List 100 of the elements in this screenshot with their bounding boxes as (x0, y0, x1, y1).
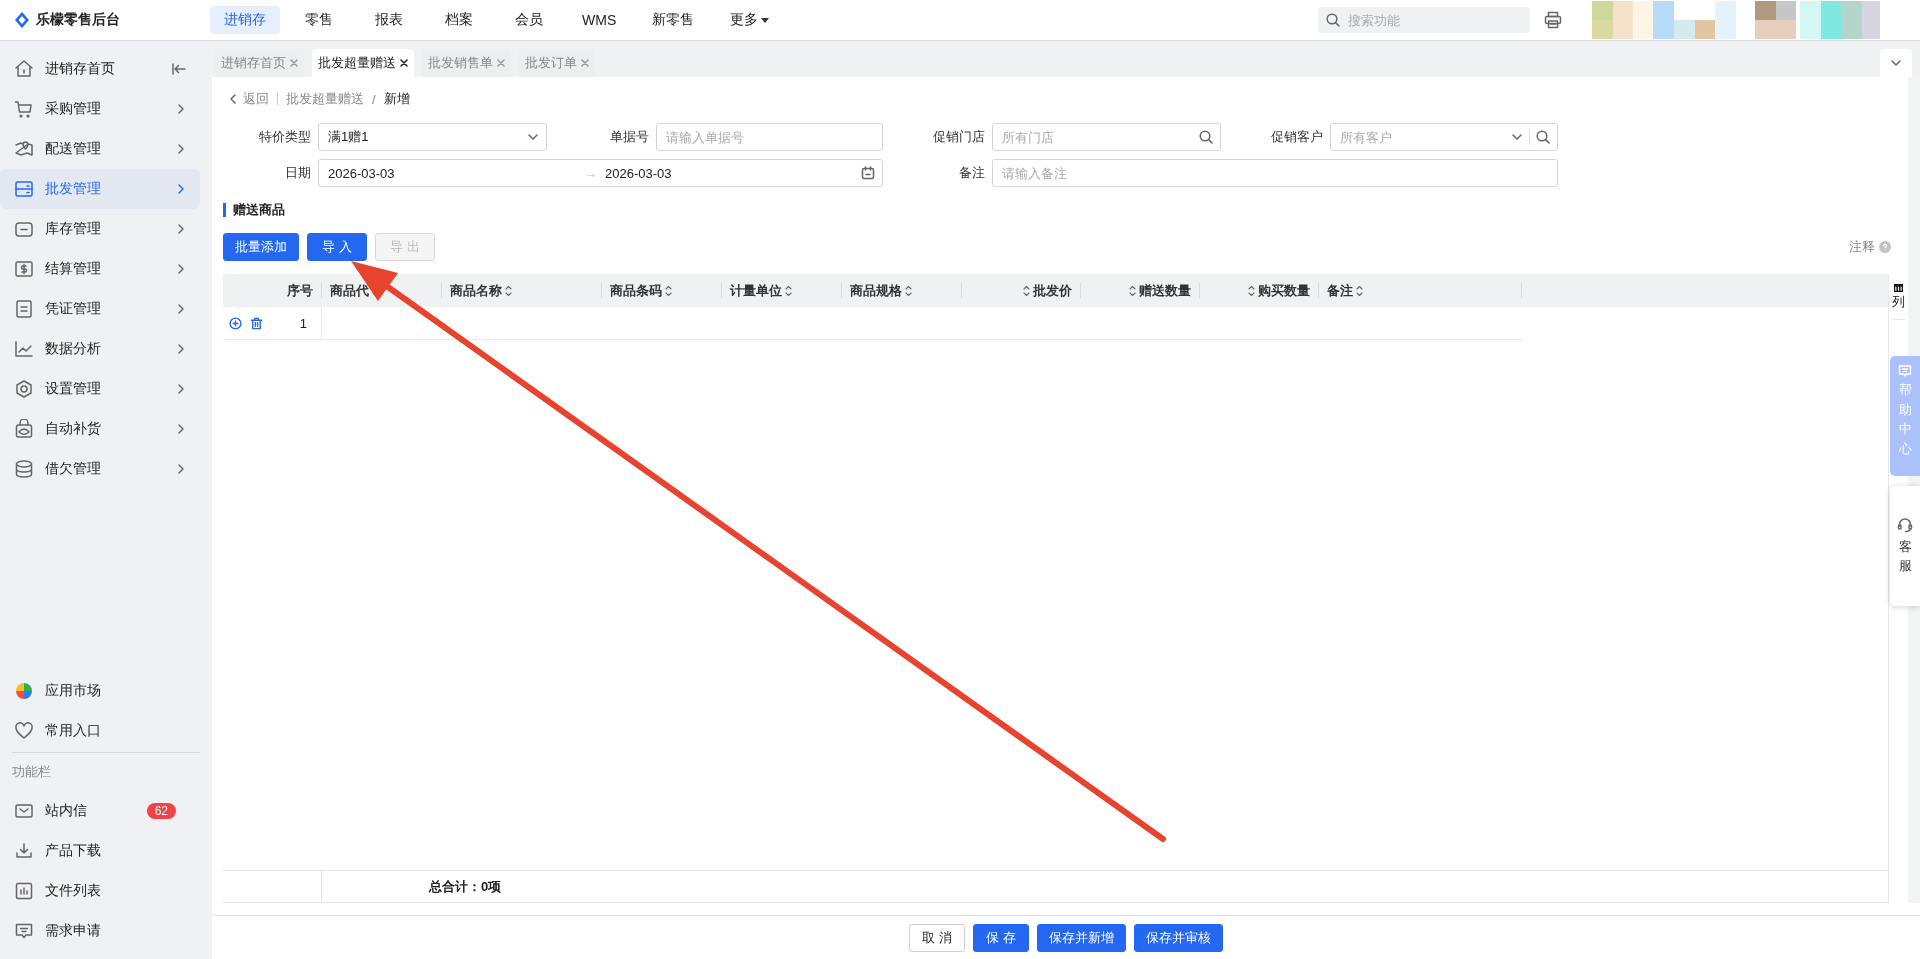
sort-icon[interactable] (904, 284, 913, 297)
chevron-right-icon (176, 343, 186, 355)
sidebar-item[interactable]: 批发管理 (0, 169, 200, 209)
date-range-field[interactable]: 2026-03-03 → 2026-03-03 (318, 159, 883, 187)
search-icon[interactable] (1199, 130, 1213, 144)
sidebar-item[interactable]: 设置管理 (0, 369, 200, 409)
printer-icon[interactable] (1544, 11, 1562, 29)
back-link[interactable]: 返回 (229, 90, 269, 108)
sidebar-item[interactable]: 站内信 62 (0, 791, 200, 831)
nav-link[interactable]: 进销存 (210, 6, 280, 34)
nav-link[interactable]: 更多 (716, 6, 784, 34)
bag-icon (14, 419, 34, 439)
line-chart-icon (14, 339, 34, 359)
column-settings-button[interactable]: 列 (1892, 284, 1905, 320)
coins-icon (14, 459, 34, 479)
column-header[interactable]: 赠送数量 (1081, 283, 1200, 298)
column-header[interactable]: 备注 (1319, 283, 1522, 298)
sort-icon[interactable] (1247, 284, 1256, 297)
select-field[interactable]: 满1赠1 (318, 123, 547, 151)
hexagon-icon (14, 379, 34, 399)
nav-link[interactable]: 会员 (498, 6, 560, 34)
sort-icon[interactable] (664, 284, 673, 297)
footer-button[interactable]: 保存并审核 (1134, 923, 1223, 952)
toolbar-button[interactable]: 批量添加 (223, 233, 299, 261)
sort-icon[interactable] (784, 284, 793, 297)
field-label: 促销客户 (1270, 128, 1324, 146)
field-label: 日期 (284, 164, 312, 182)
chevron-right-icon (176, 103, 186, 115)
chevron-down-icon (1511, 133, 1523, 141)
close-icon[interactable] (400, 59, 408, 67)
page-tab[interactable]: 批发超量赠送 (312, 49, 414, 77)
column-header[interactable]: 商品条码 (602, 283, 722, 298)
search-input[interactable]: 搜索功能 (1346, 11, 1506, 29)
nav-link[interactable]: WMS (568, 6, 631, 34)
footer-button[interactable]: 取 消 (909, 923, 965, 952)
column-header[interactable]: 计量单位 (722, 283, 842, 298)
date-input[interactable]: 2026-03-03 (603, 164, 855, 182)
calendar-icon (861, 166, 875, 180)
sort-icon[interactable] (504, 284, 513, 297)
column-header[interactable]: 批发价 (962, 283, 1081, 298)
sidebar-item[interactable]: 常用入口 (0, 711, 200, 751)
sidebar-item[interactable]: 数据分析 (0, 329, 200, 369)
search-field[interactable]: 搜索功能 (1318, 7, 1530, 33)
nav-link[interactable]: 档案 (428, 6, 490, 34)
nav-link[interactable]: 零售 (288, 6, 350, 34)
trash-icon[interactable] (250, 316, 263, 330)
nav-link[interactable]: 新零售 (638, 6, 709, 34)
footer-button[interactable]: 保 存 (973, 923, 1029, 952)
chevron-right-icon (176, 383, 186, 395)
sidebar-item[interactable]: 结算管理 (0, 249, 200, 289)
date-input[interactable]: 2026-03-03 (326, 164, 578, 182)
sidebar-item[interactable]: 凭证管理 (0, 289, 200, 329)
sidebar-item[interactable]: 自动补货 (0, 409, 200, 449)
sidebar-item[interactable]: 进销存首页 (0, 49, 200, 89)
sort-icon[interactable] (1355, 284, 1364, 297)
section-title: 赠送商品 (223, 203, 285, 217)
text-input[interactable]: 请输入单据号 (664, 128, 875, 146)
column-header[interactable]: 商品规格 (842, 283, 962, 298)
search-icon[interactable] (1536, 130, 1550, 144)
nav-link[interactable]: 报表 (358, 6, 420, 34)
mail-icon (14, 801, 34, 821)
sidebar-item[interactable]: 应用市场 (0, 671, 200, 711)
heart-icon (14, 721, 34, 741)
document-icon (14, 299, 34, 319)
text-input[interactable]: 所有门店 (1000, 128, 1193, 146)
sidebar-item[interactable]: 配送管理 (0, 129, 200, 169)
customer-service-tab[interactable]: 客服 (1890, 486, 1920, 606)
input-field[interactable]: 请输入单据号 (656, 123, 883, 151)
caret-icon (761, 17, 770, 23)
select-field[interactable]: 所有客户 (1330, 123, 1558, 151)
map-icon (14, 139, 34, 159)
dollar-icon (14, 259, 34, 279)
text-input[interactable]: 请输入备注 (1000, 164, 1550, 182)
text-input[interactable]: 所有客户 (1338, 128, 1505, 146)
add-circle-icon[interactable] (229, 316, 242, 330)
sidebar-item[interactable]: 采购管理 (0, 89, 200, 129)
column-header[interactable]: 商品名称 (442, 283, 602, 298)
range-separator: → (584, 165, 597, 181)
footer-button[interactable]: 保存并新增 (1037, 923, 1126, 952)
sidebar-item[interactable]: 库存管理 (0, 209, 200, 249)
sidebar-item[interactable]: 需求申请 (0, 911, 200, 951)
chevron-left-icon (229, 93, 237, 105)
sort-icon[interactable] (1022, 284, 1031, 297)
sidebar-item[interactable]: 产品下载 (0, 831, 200, 871)
sidebar-item[interactable]: 借欠管理 (0, 449, 200, 489)
note-link[interactable]: 注释 (1849, 238, 1875, 256)
input-field[interactable]: 请输入备注 (992, 159, 1558, 187)
breadcrumb-current: 新增 (383, 90, 410, 108)
sort-icon[interactable] (1128, 284, 1137, 297)
text-input[interactable]: 满1赠1 (326, 128, 521, 146)
search-field[interactable]: 所有门店 (992, 123, 1221, 151)
collapse-icon[interactable] (172, 62, 186, 76)
toolbar-button[interactable]: 导 入 (307, 233, 367, 261)
headset-icon (1897, 516, 1913, 533)
cart-icon (14, 99, 34, 119)
breadcrumb-link[interactable]: 批发超量赠送 (286, 90, 364, 108)
panel-icon (14, 179, 34, 199)
bar-chart-icon (14, 881, 34, 901)
column-header[interactable]: 购买数量 (1200, 283, 1319, 298)
sidebar-item[interactable]: 文件列表 (0, 871, 200, 911)
